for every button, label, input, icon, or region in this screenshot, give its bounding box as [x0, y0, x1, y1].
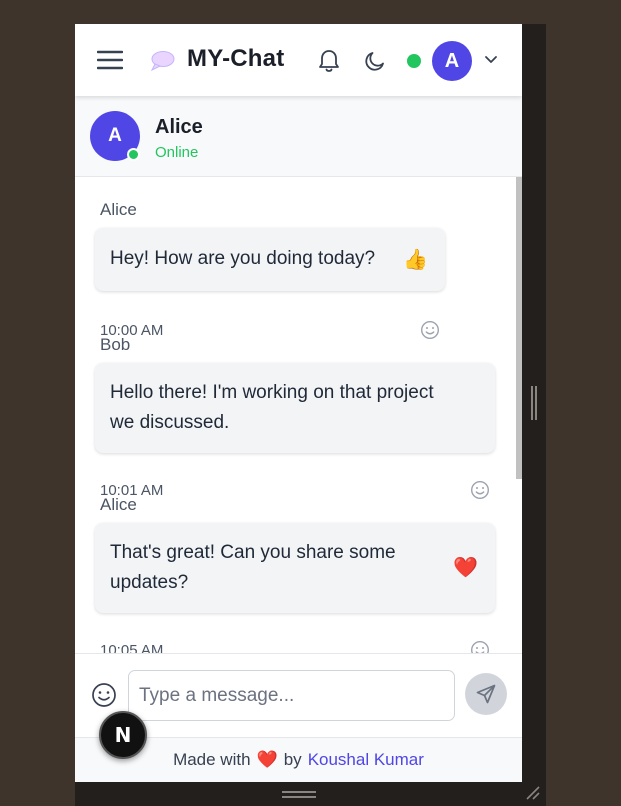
message-text-line: That's great! Can you share some	[110, 542, 396, 563]
dev-tools-badge[interactable]: N	[99, 711, 147, 759]
resize-handle-vertical[interactable]	[530, 386, 538, 420]
contact-status: Online	[155, 144, 199, 161]
author-link[interactable]: Koushal Kumar	[308, 750, 424, 770]
send-button[interactable]	[465, 673, 507, 715]
speech-bubble-icon	[150, 51, 175, 71]
message-item: Bob	[95, 335, 515, 355]
heart-icon: ❤️	[256, 750, 278, 769]
chat-contact-header: A Alice Online	[75, 96, 522, 177]
message-time: 10:05 AM	[100, 642, 164, 653]
emoji-picker-icon[interactable]	[91, 682, 117, 708]
top-navbar: MY-Chat A	[75, 24, 522, 96]
message-bubble[interactable]: Hello there! I'm working on that project…	[95, 363, 495, 453]
message-sender: Alice	[100, 200, 137, 219]
hamburger-menu-icon[interactable]	[97, 49, 123, 71]
bell-icon[interactable]	[317, 48, 341, 74]
app-title: MY-Chat	[187, 45, 285, 72]
message-list[interactable]: Alice Hey! How are you doing today? 👍 10…	[75, 177, 522, 653]
chevron-down-icon[interactable]	[484, 54, 498, 66]
message-scrollbar-thumb[interactable]	[516, 177, 522, 479]
message-input[interactable]	[128, 670, 455, 721]
message-reaction: ❤️	[453, 557, 478, 579]
message-item: Alice	[95, 495, 515, 515]
footer-by: by	[283, 750, 302, 769]
message-text: Hey! How are you doing today?	[110, 248, 376, 269]
resize-handle-horizontal[interactable]	[282, 789, 316, 799]
moon-icon[interactable]	[363, 49, 387, 73]
message-text-line: updates?	[110, 572, 189, 593]
contact-online-indicator	[127, 148, 140, 161]
message-bubble[interactable]: That's great! Can you share some updates…	[95, 523, 495, 613]
footer-made-with: Made with	[173, 750, 251, 769]
message-text-line: we discussed.	[110, 412, 230, 433]
message-bubble[interactable]: Hey! How are you doing today? 👍	[95, 228, 445, 291]
user-avatar[interactable]: A	[432, 41, 472, 81]
contact-name: Alice	[155, 116, 203, 138]
message-item: Alice	[95, 200, 515, 220]
corner-resize-grip-icon[interactable]	[524, 784, 542, 802]
add-reaction-icon[interactable]	[470, 640, 490, 653]
send-icon	[476, 684, 496, 704]
online-status-dot	[407, 54, 421, 68]
chat-app: MY-Chat A A Alice Online Alice Hey! How …	[75, 24, 522, 782]
message-reaction: 👍	[403, 249, 428, 271]
message-sender: Bob	[100, 335, 131, 354]
message-text-line: Hello there! I'm working on that project	[110, 382, 434, 403]
message-sender: Alice	[100, 495, 137, 514]
